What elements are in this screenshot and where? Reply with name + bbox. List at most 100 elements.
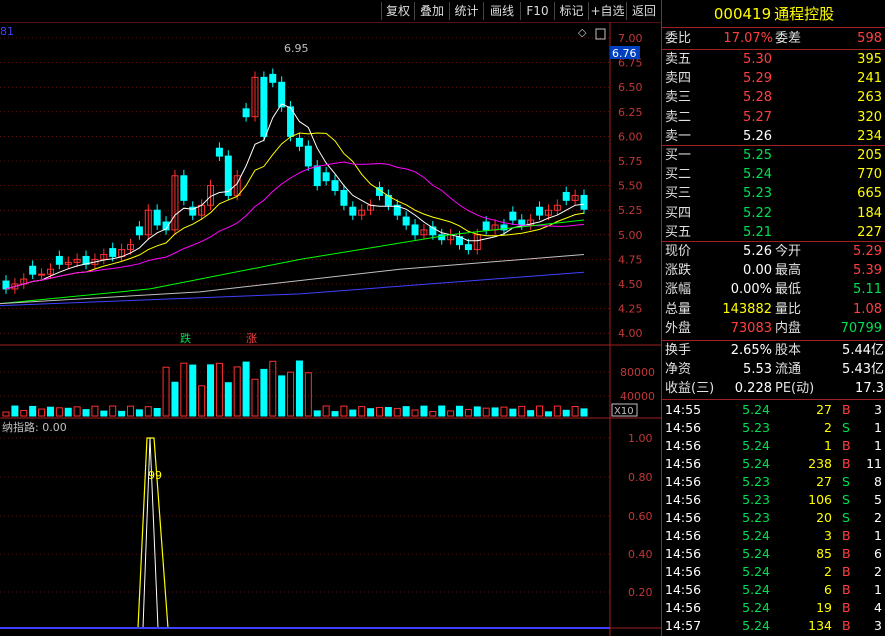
f10-button[interactable]: F10 xyxy=(520,2,554,20)
volume-bar xyxy=(429,411,437,417)
tick-row[interactable]: 14:56 5.23 27 S 8 xyxy=(662,473,885,491)
tick-price: 5.23 xyxy=(742,492,770,507)
draw-line-button[interactable]: 画线 xyxy=(483,2,520,20)
tick-side: B xyxy=(842,618,851,633)
volume-bar xyxy=(224,382,232,417)
kline-chart-area[interactable]: 7.006.756.506.256.005.755.505.255.004.75… xyxy=(0,0,661,636)
ask-price: 5.29 xyxy=(743,71,772,87)
stat-label: 股本 xyxy=(775,343,802,358)
ask-row[interactable]: 卖四 5.29 241 xyxy=(662,70,885,88)
candle-body xyxy=(153,209,161,226)
statistics-button[interactable]: 统计 xyxy=(449,2,483,20)
tick-row[interactable]: 14:56 5.23 2 S 1 xyxy=(662,419,885,437)
price-axis-label: 6.25 xyxy=(618,106,643,119)
tick-row[interactable]: 14:56 5.24 19 B 4 xyxy=(662,599,885,617)
tick-row[interactable]: 14:56 5.24 238 B 11 xyxy=(662,455,885,473)
volume-bar xyxy=(20,409,28,417)
volume-bar xyxy=(109,405,117,417)
volume-bar xyxy=(340,405,348,417)
volume-bar xyxy=(473,406,481,417)
volume-bar xyxy=(571,406,579,417)
quote-label: 最低 xyxy=(775,282,802,298)
tick-row[interactable]: 14:56 5.23 20 S 2 xyxy=(662,509,885,527)
tick-row[interactable]: 14:56 5.23 106 S 5 xyxy=(662,491,885,509)
ask-row[interactable]: 卖二 5.27 320 xyxy=(662,109,885,127)
tick-price: 5.23 xyxy=(742,510,770,525)
scroll-indicator[interactable] xyxy=(595,28,606,40)
candle-body xyxy=(518,219,526,226)
tick-row[interactable]: 14:56 5.24 3 B 1 xyxy=(662,527,885,545)
add-watchlist-button[interactable]: +自选 xyxy=(588,2,626,20)
ask-row[interactable]: 卖一 5.26 234 xyxy=(662,128,885,146)
volume-bar xyxy=(207,364,215,417)
volume-bar xyxy=(260,368,268,417)
tick-side: B xyxy=(842,564,851,579)
tick-row[interactable]: 14:57 5.24 134 B 3 xyxy=(662,617,885,635)
tick-volume: 238 xyxy=(808,456,832,471)
quote-label: 现价 xyxy=(665,244,692,259)
price-axis-label: 6.50 xyxy=(618,81,643,94)
tick-price: 5.24 xyxy=(742,564,770,579)
stock-name: 通程控股 xyxy=(774,5,835,23)
bid-row[interactable]: 买三 5.23 665 xyxy=(662,185,885,203)
tick-volume: 6 xyxy=(824,582,832,597)
bid-price: 5.23 xyxy=(743,186,772,202)
volume-bar xyxy=(171,381,179,417)
tick-row[interactable]: 14:56 5.24 6 B 1 xyxy=(662,581,885,599)
ask-volume: 263 xyxy=(857,90,882,106)
back-button[interactable]: 返回 xyxy=(626,2,661,20)
tick-side: B xyxy=(842,600,851,615)
tick-row[interactable]: 14:56 5.24 1 B 1 xyxy=(662,437,885,455)
price-axis-label: 4.75 xyxy=(618,253,643,266)
weibi-row: 委比 17.07% 委差 598 xyxy=(662,30,885,48)
weicha-value: 598 xyxy=(857,31,882,46)
indicator-lines xyxy=(0,437,610,629)
tick-side: B xyxy=(842,582,851,597)
bid-row[interactable]: 买二 5.24 770 xyxy=(662,166,885,184)
volume-bar xyxy=(189,364,197,417)
volume-bar xyxy=(162,366,170,417)
price-axis-label: 5.75 xyxy=(618,155,643,168)
fuquan-button[interactable]: 复权 xyxy=(381,2,414,20)
ask-level-label: 卖四 xyxy=(665,71,692,87)
volume-bar xyxy=(126,405,134,417)
tick-row[interactable]: 14:55 5.24 27 B 3 xyxy=(662,401,885,419)
tick-volume: 2 xyxy=(824,564,832,579)
ask-row[interactable]: 卖三 5.28 263 xyxy=(662,89,885,107)
ask-level-label: 卖二 xyxy=(665,109,692,125)
tick-row[interactable]: 14:56 5.24 85 B 6 xyxy=(662,545,885,563)
candle-body xyxy=(2,280,10,290)
bid-row[interactable]: 买四 5.22 184 xyxy=(662,205,885,223)
quote-label: 量比 xyxy=(775,301,802,317)
bid-price: 5.24 xyxy=(743,167,772,183)
ask-row[interactable]: 卖五 5.30 395 xyxy=(662,51,885,69)
bid-row[interactable]: 买一 5.25 205 xyxy=(662,147,885,165)
weicha-label: 委差 xyxy=(775,31,802,46)
stock-code: 000419 xyxy=(713,5,772,23)
ask-volume: 241 xyxy=(857,71,882,87)
tick-time: 14:56 xyxy=(665,474,702,489)
price-axis-label: 5.25 xyxy=(618,204,643,217)
candle-body xyxy=(464,244,472,251)
overlay-button[interactable]: 叠加 xyxy=(414,2,449,20)
candle-body xyxy=(313,165,321,187)
candle-body xyxy=(180,175,188,201)
tick-volume: 20 xyxy=(816,510,832,525)
stats-row: 净资 5.53 流通 5.43亿 xyxy=(662,361,885,379)
volume-bar xyxy=(527,410,535,417)
candle-body xyxy=(331,180,339,192)
tick-count: 5 xyxy=(874,492,882,507)
volume-bar xyxy=(11,405,19,417)
tick-count: 8 xyxy=(874,474,882,489)
tick-side: S xyxy=(842,420,850,435)
bid-row[interactable]: 买五 5.21 227 xyxy=(662,224,885,242)
quote-label: 今开 xyxy=(775,244,802,259)
indicator-axis-label: 0.80 xyxy=(628,471,653,484)
tick-price: 5.23 xyxy=(742,420,770,435)
tick-side: B xyxy=(842,456,851,471)
volume-axis-label: 40000 xyxy=(620,390,655,403)
mark-button[interactable]: 标记 xyxy=(554,2,588,20)
stat-label: PE(动) xyxy=(775,381,815,397)
tick-row[interactable]: 14:56 5.24 2 B 2 xyxy=(662,563,885,581)
diamond-icon[interactable]: ◇ xyxy=(578,26,587,39)
